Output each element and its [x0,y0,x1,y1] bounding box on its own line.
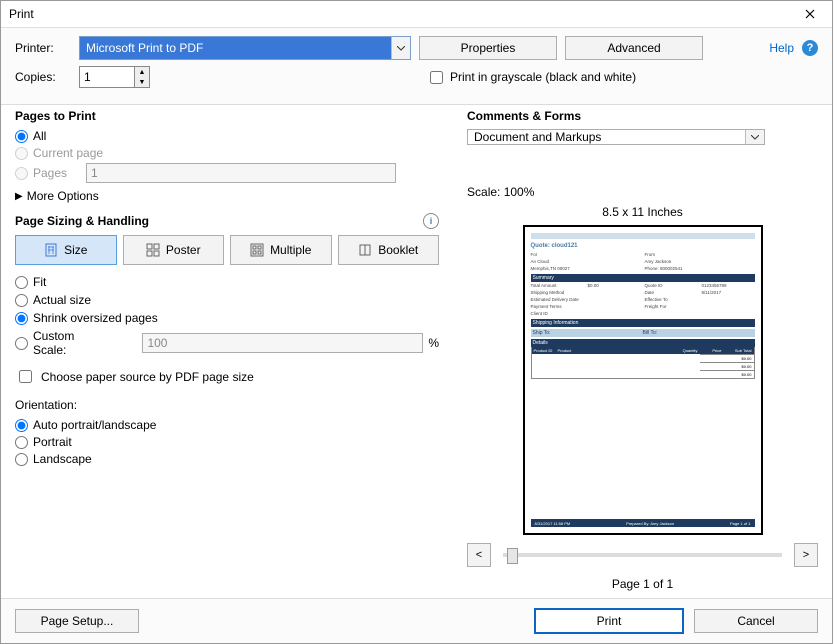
next-page-button[interactable]: > [794,543,818,567]
poster-icon [146,243,160,257]
actual-size-label: Actual size [33,293,91,307]
more-options-toggle[interactable]: ▶ More Options [15,189,439,203]
tab-size[interactable]: Size [15,235,117,265]
help-link[interactable]: Help [769,41,794,55]
page-indicator: Page 1 of 1 [467,577,818,591]
comments-selected-value: Document and Markups [468,130,745,144]
print-dialog: Print Printer: Microsoft Print to PDF Pr… [0,0,833,644]
booklet-icon [358,243,372,257]
help-icon[interactable]: ? [802,40,818,56]
orientation-landscape-label: Landscape [33,452,92,466]
top-bar: Printer: Microsoft Print to PDF Properti… [1,28,832,105]
chevron-down-icon [391,37,410,59]
orientation-portrait-label: Portrait [33,435,72,449]
close-button[interactable] [796,3,824,25]
info-icon[interactable]: i [423,213,439,229]
sizing-header: Page Sizing & Handling i [15,213,439,229]
printer-label: Printer: [15,41,71,55]
tab-multiple[interactable]: Multiple [230,235,332,265]
properties-button[interactable]: Properties [419,36,557,60]
scale-label: Scale: 100% [467,185,818,199]
page-setup-button[interactable]: Page Setup... [15,609,139,633]
footer: Page Setup... Print Cancel [1,598,832,643]
fit-radio[interactable] [15,276,28,289]
pages-all-radio[interactable] [15,130,28,143]
orientation-landscape-radio[interactable] [15,453,28,466]
pages-current-label: Current page [33,146,103,160]
tab-poster[interactable]: Poster [123,235,225,265]
copies-input[interactable] [80,67,134,87]
multiple-icon [250,243,264,257]
preview-slider[interactable] [503,553,782,557]
orientation-header: Orientation: [15,398,439,412]
grayscale-checkbox[interactable] [430,71,443,84]
pages-range-label: Pages [33,166,81,180]
pages-current-radio [15,147,28,160]
orientation-auto-radio[interactable] [15,419,28,432]
slider-thumb[interactable] [507,548,518,564]
preview-page: Quote: cloud121 ForFrom An CloudAmy Jack… [523,225,763,535]
grayscale-label: Print in grayscale (black and white) [450,70,636,84]
size-icon [44,243,58,257]
preview-doc-title: Quote: cloud121 [531,243,755,249]
paper-source-row: Choose paper source by PDF page size [15,367,439,386]
pages-to-print-header: Pages to Print [15,109,439,123]
advanced-button[interactable]: Advanced [565,36,703,60]
paper-source-checkbox[interactable] [19,370,32,383]
chevron-down-icon [745,130,764,144]
fit-label: Fit [33,275,46,289]
shrink-label: Shrink oversized pages [33,311,158,325]
dimensions-label: 8.5 x 11 Inches [467,205,818,219]
grayscale-checkbox-row: Print in grayscale (black and white) [426,68,636,87]
shrink-radio[interactable] [15,312,28,325]
right-panel: Comments & Forms Document and Markups Sc… [453,99,832,599]
paper-source-label: Choose paper source by PDF page size [41,370,254,384]
comments-select[interactable]: Document and Markups [467,129,765,145]
dialog-title: Print [9,7,34,21]
titlebar: Print [1,1,832,28]
close-icon [805,9,815,19]
print-button[interactable]: Print [534,608,684,634]
cancel-button[interactable]: Cancel [694,609,818,633]
tab-booklet[interactable]: Booklet [338,235,440,265]
pages-range-radio [15,167,28,180]
copies-spinner[interactable]: ▲ ▼ [79,66,150,88]
prev-page-button[interactable]: < [467,543,491,567]
copies-up-button[interactable]: ▲ [135,67,149,77]
pages-all-label: All [33,129,46,143]
more-options-label: More Options [27,189,99,203]
custom-scale-input [142,333,423,353]
left-panel: Pages to Print All Current page Pages ▶ … [1,99,453,599]
pages-range-input [86,163,396,183]
triangle-right-icon: ▶ [15,191,23,202]
orientation-auto-label: Auto portrait/landscape [33,418,156,432]
percent-label: % [428,336,439,350]
printer-selected-value: Microsoft Print to PDF [80,37,391,59]
orientation-portrait-radio[interactable] [15,436,28,449]
printer-select[interactable]: Microsoft Print to PDF [79,36,411,60]
actual-size-radio[interactable] [15,294,28,307]
copies-down-button[interactable]: ▼ [135,77,149,87]
preview-area: Quote: cloud121 ForFrom An CloudAmy Jack… [467,225,818,535]
comments-header: Comments & Forms [467,109,818,123]
copies-label: Copies: [15,70,71,84]
custom-scale-radio[interactable] [15,337,28,350]
custom-scale-label: Custom Scale: [33,329,103,357]
